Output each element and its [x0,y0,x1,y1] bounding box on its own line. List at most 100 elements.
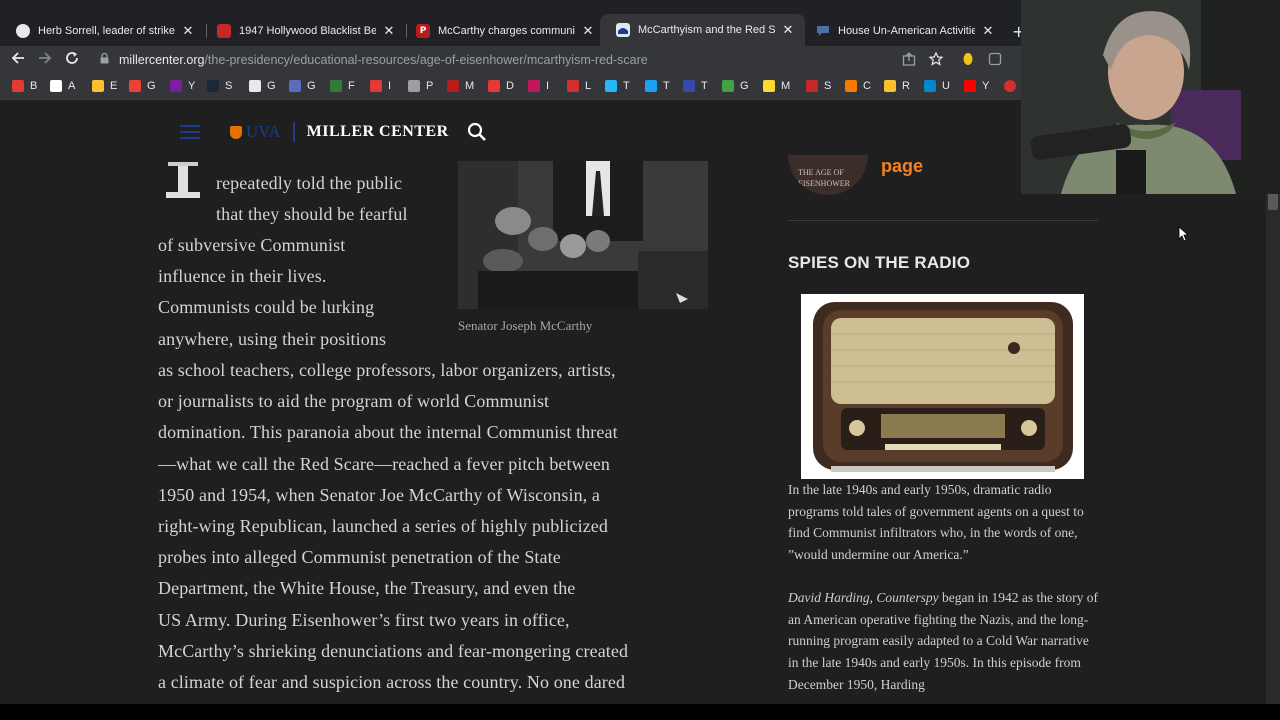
bookmark-favicon-icon [370,80,382,92]
bookmark-item[interactable]: M [763,80,790,92]
bookmark-favicon-icon [408,80,420,92]
bookmark-item[interactable]: E [92,80,117,92]
bookmark-label: D [506,80,514,92]
address-bar[interactable]: millercenter.org/the-presidency/educatio… [92,47,1022,73]
tab-favicon-icon [616,23,630,37]
book-thumbnail-text: THE AGE OF EISENHOWER [798,168,850,188]
reload-button[interactable] [65,51,79,69]
browser-tab[interactable]: 1947 Hollywood Blacklist Begins ✕ [201,17,406,45]
bookmark-item[interactable]: L [567,80,591,92]
bookmark-item[interactable]: C [845,80,871,92]
bookmark-item[interactable]: P [408,80,433,92]
main-paragraph: as school teachers, college professors, … [158,355,718,698]
bookmark-item[interactable]: D [488,80,514,92]
browser-tab[interactable]: P McCarthy charges communists h ✕ [400,17,605,45]
tab-close-icon[interactable]: ✕ [781,23,795,38]
text-line: that they should be fearful [216,204,408,225]
bookmark-label: T [663,80,670,92]
dome-icon [618,28,628,34]
bookmark-item[interactable]: I [370,80,391,92]
bookmark-label: P [426,80,434,92]
browser-tab[interactable]: Herb Sorrell, leader of strikers — ✕ [0,17,205,45]
bookmark-favicon-icon [683,80,695,92]
bookmark-item[interactable]: T [683,80,708,92]
bookmark-favicon-icon [207,80,219,92]
vintage-radio-image[interactable] [801,294,1084,479]
tab-title: House Un-American Activities Co [838,25,975,37]
url-host: millercenter.org [119,53,205,67]
sidebar-paragraph: David Harding, Counterspy began in 1942 … [788,587,1100,696]
bookmark-label: G [740,80,749,92]
bookmark-item[interactable]: Y [170,80,195,92]
bookmark-label: T [701,80,708,92]
bookmark-item[interactable]: U [924,80,950,92]
forward-button[interactable] [38,51,52,69]
book-thumbnail[interactable]: THE AGE OF EISENHOWER [788,155,868,195]
lock-icon[interactable] [100,52,109,67]
sidebar-paragraph: In the late 1940s and early 1950s, drama… [788,482,1084,563]
bookmark-item[interactable]: F [330,80,355,92]
bookmark-item[interactable]: I [528,80,549,92]
photo-caption: Senator Joseph McCarthy [458,318,593,333]
text-line: or journalists to aid the program of wor… [158,391,550,412]
extension-icon[interactable] [962,52,974,70]
bookmark-item[interactable]: T [645,80,670,92]
bookmark-favicon-icon [289,80,301,92]
bookmark-item[interactable]: G [129,80,156,92]
bookmark-label: G [267,80,276,92]
bookmark-star-icon[interactable] [928,51,944,70]
page-link[interactable]: page [881,156,923,177]
bookmark-favicon-icon [170,80,182,92]
text-line: of subversive Communist [158,235,346,255]
bookmark-item[interactable]: S [806,80,831,92]
scrollbar-thumb[interactable] [1268,192,1278,210]
bookmark-item[interactable]: G [289,80,316,92]
share-icon[interactable] [902,52,916,70]
bookmark-item[interactable]: T [605,80,630,92]
bookmark-label: G [147,80,156,92]
tab-favicon-icon [16,24,30,38]
bookmark-favicon-icon [249,80,261,92]
tab-close-icon[interactable]: ✕ [382,24,396,39]
text-line: Communists could be lurking [158,297,375,318]
browser-tab-active[interactable]: McCarthyism and the Red Scare | ✕ [600,14,805,46]
text-line: 1950 and 1954, when Senator Joe McCarthy… [158,484,600,505]
browser-tab[interactable]: House Un-American Activities Co ✕ [800,17,1005,45]
bookmark-favicon-icon [806,80,818,92]
bookmark-item[interactable]: B [12,80,37,92]
tab-title: Herb Sorrell, leader of strikers — [38,25,175,37]
extension-icon[interactable] [988,52,1002,70]
mccarthy-photo[interactable] [458,161,708,309]
bookmark-label: I [388,80,392,92]
bookmark-item[interactable]: G [249,80,276,92]
tab-close-icon[interactable]: ✕ [581,24,595,39]
bookmark-item[interactable]: G [722,80,749,92]
bookmark-label: L [585,80,592,92]
bookmark-label: M [465,80,475,92]
tab-title: McCarthyism and the Red Scare | [638,24,775,36]
bookmark-favicon-icon [845,80,857,92]
bookmark-label: Y [188,80,196,92]
back-button[interactable] [11,51,25,69]
tab-favicon-icon: P [416,24,430,38]
bookmark-label: E [110,80,118,92]
bookmark-favicon-icon [447,80,459,92]
text-line: right-wing Republican, launched a series… [158,516,608,537]
bookmark-favicon-icon [129,80,141,92]
bookmark-item[interactable]: M [447,80,474,92]
tab-favicon-icon [816,24,830,38]
text-line: repeatedly told the public [216,173,403,193]
bookmark-favicon-icon [488,80,500,92]
bookmark-label: S [824,80,832,92]
tab-close-icon[interactable]: ✕ [181,24,195,39]
bookmark-item[interactable]: S [207,80,232,92]
text-line: Department, the White House, the Treasur… [158,578,576,599]
bookmark-overflow-icon[interactable] [1004,80,1016,92]
bookmark-item[interactable]: R [884,80,910,92]
text-line: US Army. During Eisenhower’s first two y… [158,609,570,630]
reload-icon [66,52,78,64]
tab-close-icon[interactable]: ✕ [981,24,995,39]
text-line: probes into alleged Communist penetratio… [158,547,561,568]
bookmark-item[interactable]: Y [964,80,989,92]
bookmark-item[interactable]: A [50,80,75,92]
